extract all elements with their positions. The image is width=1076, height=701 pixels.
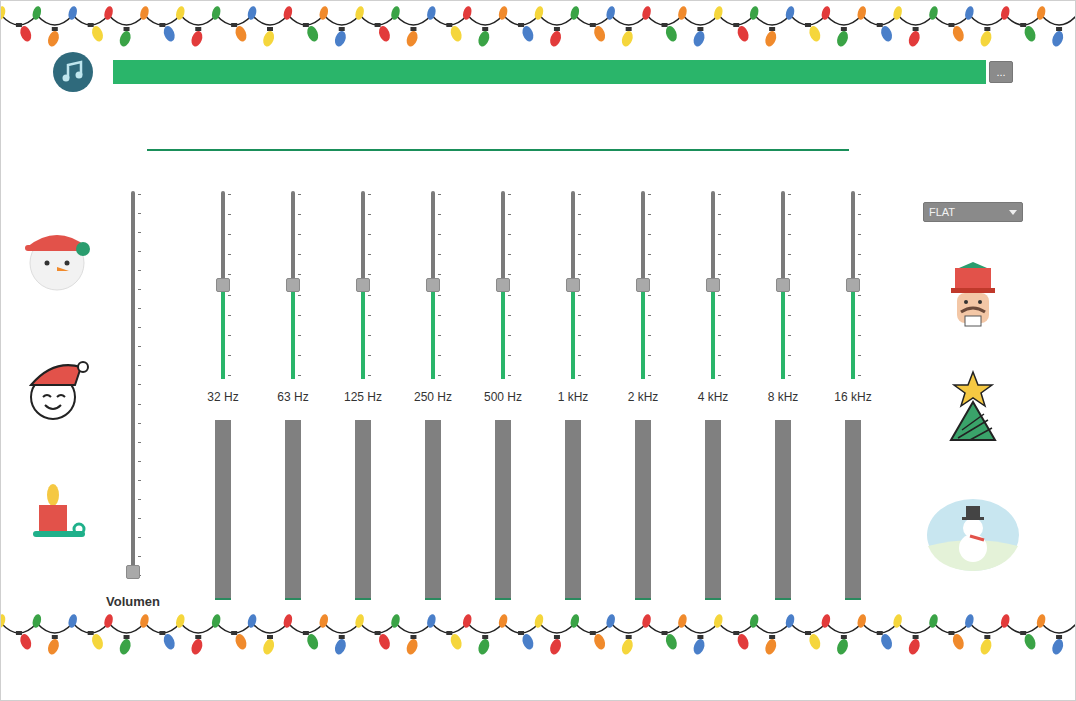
band: 2 kHz	[608, 191, 678, 609]
slider-thumb[interactable]	[636, 278, 650, 292]
band-slider[interactable]	[558, 191, 588, 379]
slider-thumb[interactable]	[356, 278, 370, 292]
band-label: 63 Hz	[277, 390, 308, 404]
band-slider[interactable]	[418, 191, 448, 379]
band: 16 kHz	[818, 191, 888, 609]
band-label: 125 Hz	[344, 390, 382, 404]
player-row: ...	[1, 52, 1075, 92]
band: 250 Hz	[398, 191, 468, 609]
band-meter	[705, 420, 721, 600]
band-label: 1 kHz	[558, 390, 589, 404]
volume-slider[interactable]	[118, 191, 148, 579]
main-area: Volumen 32 Hz 63 Hz 125 Hz 250 Hz 500 Hz 1 kHz…	[1, 191, 1075, 609]
christmas-tree-icon	[948, 370, 998, 442]
slider-thumb[interactable]	[286, 278, 300, 292]
band-slider[interactable]	[698, 191, 728, 379]
band-meter	[845, 420, 861, 600]
band-meter	[215, 420, 231, 600]
equalizer-window: ... Volumen 32 Hz 63 Hz 125 Hz 250 Hz 500 Hz 1 …	[0, 0, 1076, 701]
band-label: 2 kHz	[628, 390, 659, 404]
band-slider[interactable]	[768, 191, 798, 379]
band-label: 16 kHz	[834, 390, 871, 404]
volume-column: Volumen	[100, 191, 166, 609]
band: 63 Hz	[258, 191, 328, 609]
volume-label: Volumen	[106, 592, 160, 612]
slider-thumb[interactable]	[426, 278, 440, 292]
bottom-garland	[1, 609, 1076, 659]
track-progress[interactable]	[113, 60, 986, 84]
band-meter	[635, 420, 651, 600]
slider-thumb[interactable]	[706, 278, 720, 292]
slider-thumb[interactable]	[566, 278, 580, 292]
slider-thumb[interactable]	[216, 278, 230, 292]
candle-icon	[23, 483, 87, 539]
band-slider[interactable]	[628, 191, 658, 379]
divider-line	[147, 149, 849, 151]
snowman-scene-icon	[926, 498, 1020, 572]
right-column: FLAT	[923, 191, 1023, 609]
santa-icon	[23, 359, 89, 421]
band: 1 kHz	[538, 191, 608, 609]
band-meter	[495, 420, 511, 600]
band: 32 Hz	[188, 191, 258, 609]
band: 125 Hz	[328, 191, 398, 609]
band-meter	[355, 420, 371, 600]
browse-button[interactable]: ...	[989, 61, 1013, 83]
band-slider[interactable]	[348, 191, 378, 379]
slider-thumb[interactable]	[776, 278, 790, 292]
band-slider[interactable]	[488, 191, 518, 379]
band-label: 250 Hz	[414, 390, 452, 404]
band: 4 kHz	[678, 191, 748, 609]
slider-thumb[interactable]	[846, 278, 860, 292]
band-slider[interactable]	[278, 191, 308, 379]
band-meter	[285, 420, 301, 600]
top-garland	[1, 1, 1076, 51]
chevron-down-icon	[1009, 210, 1017, 215]
band-label: 8 kHz	[768, 390, 799, 404]
nutcracker-icon	[943, 260, 1003, 332]
band-list: 32 Hz 63 Hz 125 Hz 250 Hz 500 Hz 1 kHz 2 kHz 4 …	[188, 191, 888, 609]
band-label: 4 kHz	[698, 390, 729, 404]
band-meter	[775, 420, 791, 600]
band-label: 32 Hz	[207, 390, 238, 404]
slider-thumb[interactable]	[126, 565, 140, 579]
snowman-face-icon	[23, 229, 95, 291]
music-note-icon	[53, 52, 93, 92]
slider-thumb[interactable]	[496, 278, 510, 292]
band: 500 Hz	[468, 191, 538, 609]
band-label: 500 Hz	[484, 390, 522, 404]
band: 8 kHz	[748, 191, 818, 609]
band-slider[interactable]	[208, 191, 238, 379]
preset-dropdown[interactable]: FLAT	[923, 202, 1023, 222]
left-decorations	[1, 191, 100, 609]
band-meter	[565, 420, 581, 600]
band-slider[interactable]	[838, 191, 868, 379]
band-meter	[425, 420, 441, 600]
